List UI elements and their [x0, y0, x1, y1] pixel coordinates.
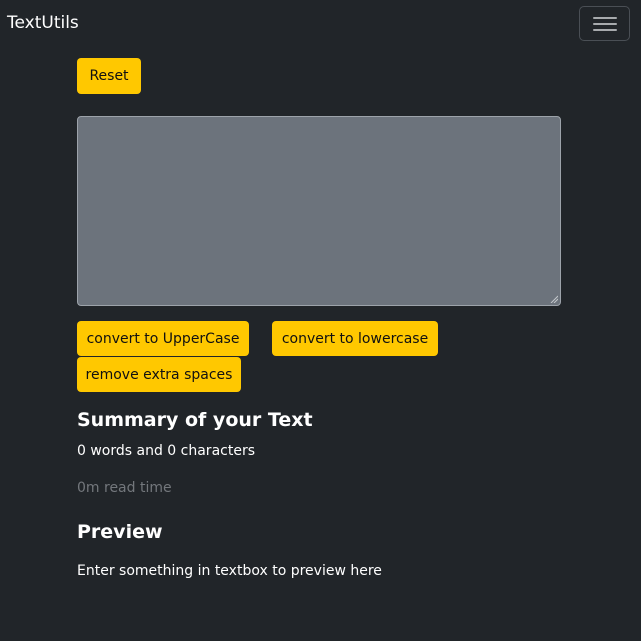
resize-grip-icon[interactable] [550, 295, 558, 303]
navbar-toggler-button[interactable] [579, 6, 630, 41]
preview-heading: Preview [77, 521, 163, 543]
lowercase-button[interactable]: convert to lowercase [272, 321, 438, 356]
word-char-count: 0 words and 0 characters [77, 443, 255, 459]
text-input-area[interactable] [77, 116, 561, 306]
uppercase-button[interactable]: convert to UpperCase [77, 321, 249, 356]
navbar: TextUtils [0, 0, 641, 46]
brand-logo-text[interactable]: TextUtils [7, 12, 79, 34]
remove-extra-spaces-button[interactable]: remove extra spaces [77, 357, 241, 392]
preview-text: Enter something in textbox to preview he… [77, 563, 382, 579]
read-time: 0m read time [77, 480, 172, 496]
summary-heading: Summary of your Text [77, 409, 313, 431]
reset-button[interactable]: Reset [77, 58, 141, 94]
